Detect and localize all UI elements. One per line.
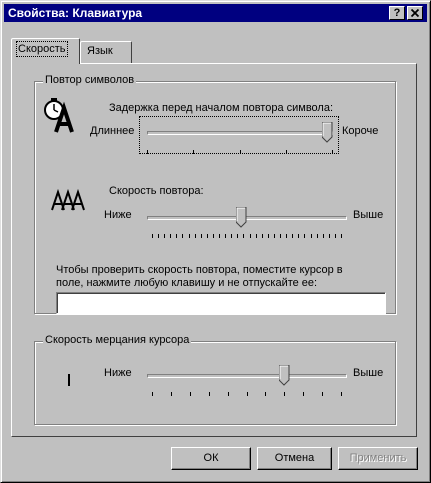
slider-tick: [170, 234, 172, 238]
tab-speed[interactable]: Скорость: [11, 38, 80, 64]
text-cursor-icon: [68, 374, 70, 386]
slider-tick: [147, 150, 148, 154]
help-button[interactable]: ?: [389, 6, 405, 20]
slider-tick: [280, 234, 282, 238]
slider-tick: [212, 234, 214, 238]
slider-tick: [332, 150, 333, 154]
slider-tick: [246, 392, 248, 396]
delay-slider-track[interactable]: [147, 131, 333, 135]
rate-max-label: Выше: [353, 209, 384, 221]
slider-tick: [176, 234, 178, 238]
apply-button[interactable]: Применить: [338, 447, 418, 470]
slider-tick: [208, 392, 210, 396]
slider-tick: [322, 234, 324, 238]
tab-speed-label: Скорость: [16, 41, 68, 57]
window-title: Свойства: Клавиатура: [8, 6, 143, 20]
delay-slider-ticks: [147, 150, 333, 154]
cursor-slider-ticks: [152, 392, 342, 396]
slider-tick: [285, 150, 287, 154]
slider-tick: [200, 234, 202, 238]
delay-slider-focus: [139, 116, 339, 154]
slider-tick: [267, 234, 269, 238]
rate-min-label: Ниже: [104, 209, 132, 221]
slider-tick: [292, 234, 294, 238]
slider-tick: [310, 234, 312, 238]
cursor-slider-thumb[interactable]: [279, 365, 290, 386]
slider-tick: [249, 234, 251, 238]
slider-tick: [225, 234, 227, 238]
cursor-min-label: Ниже: [104, 367, 132, 379]
slider-tick: [316, 234, 318, 238]
repeat-letters-icon: [51, 188, 85, 211]
slider-tick: [265, 392, 267, 396]
slider-tick: [303, 392, 305, 396]
slider-tick: [284, 392, 286, 396]
slider-tick: [334, 234, 336, 238]
tab-language-label: Язык: [87, 45, 113, 57]
slider-tick: [182, 234, 184, 238]
slider-tick: [255, 234, 257, 238]
slider-tick: [261, 234, 263, 238]
tab-language[interactable]: Язык: [80, 41, 132, 63]
delay-min-label: Длиннее: [90, 125, 135, 137]
repeat-group-legend: Повтор символов: [43, 74, 137, 86]
slider-tick: [304, 234, 306, 238]
slider-tick: [273, 234, 275, 238]
slider-tick: [152, 392, 153, 396]
slider-tick: [239, 150, 241, 154]
repeat-test-input[interactable]: [56, 292, 386, 314]
test-label-line2: поле, нажмите любую клавишу и не отпуска…: [56, 277, 318, 289]
delay-label: Задержка перед началом повтора символа:: [109, 102, 334, 114]
rate-slider-thumb[interactable]: [235, 207, 247, 228]
tab-panel-speed: Повтор символов Задержка перед началом п…: [11, 63, 417, 437]
slider-tick: [206, 234, 208, 238]
cursor-max-label: Выше: [353, 367, 384, 379]
slider-tick: [188, 234, 190, 238]
rate-label: Скорость повтора:: [109, 185, 204, 197]
slider-tick: [243, 234, 245, 238]
slider-tick: [341, 392, 342, 396]
slider-tick: [237, 234, 239, 238]
stopwatch-letter-icon: [44, 98, 74, 133]
test-label-line1: Чтобы проверить скорость повтора, помест…: [56, 264, 343, 276]
close-button[interactable]: [407, 6, 423, 20]
slider-tick: [286, 234, 288, 238]
slider-tick: [152, 234, 153, 238]
rate-slider-track[interactable]: [147, 216, 347, 220]
slider-tick: [164, 234, 166, 238]
ok-button[interactable]: ОК: [171, 447, 251, 470]
delay-max-label: Короче: [342, 125, 379, 137]
slider-tick: [341, 234, 342, 238]
slider-tick: [322, 392, 324, 396]
slider-tick: [158, 234, 160, 238]
rate-slider-ticks: [152, 234, 342, 238]
slider-tick: [193, 150, 195, 154]
keyboard-properties-window: Свойства: Клавиатура ? Скорость Язык Пов…: [0, 0, 431, 483]
title-bar: Свойства: Клавиатура ?: [4, 4, 427, 22]
slider-tick: [170, 392, 172, 396]
delay-slider-thumb[interactable]: [322, 122, 333, 143]
slider-tick: [231, 234, 233, 238]
slider-tick: [227, 392, 229, 396]
close-icon: [410, 8, 420, 18]
slider-tick: [328, 234, 330, 238]
slider-tick: [194, 234, 196, 238]
cursor-blink-group-legend: Скорость мерцания курсора: [43, 334, 192, 346]
slider-tick: [298, 234, 300, 238]
cursor-blink-group: Скорость мерцания курсора: [34, 334, 396, 425]
slider-tick: [189, 392, 191, 396]
slider-tick: [219, 234, 221, 238]
cancel-button[interactable]: Отмена: [257, 447, 332, 470]
cursor-slider-track[interactable]: [147, 374, 347, 378]
